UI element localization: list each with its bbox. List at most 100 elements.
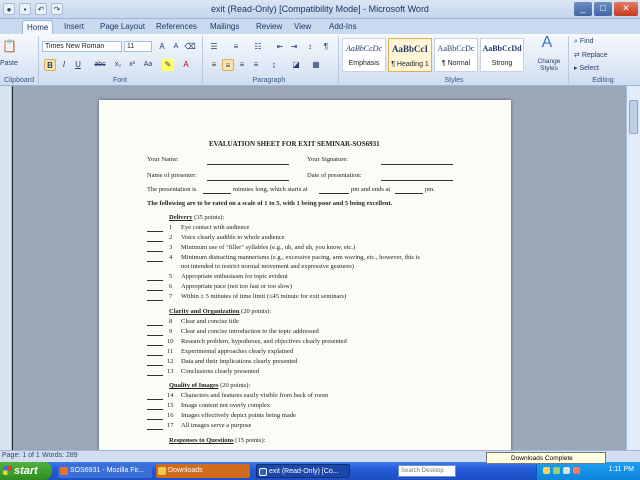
tab-mailings[interactable]: Mailings [206, 20, 243, 34]
find-button[interactable]: ⌕ Find [574, 38, 594, 46]
start-button[interactable]: start [0, 462, 52, 480]
rating-blank[interactable] [147, 335, 163, 336]
section-heading-delivery: Delivery (35 points): [169, 214, 224, 221]
close-button[interactable]: ✕ [614, 2, 638, 16]
date-blank[interactable] [381, 180, 453, 181]
font-name-combo[interactable]: Times New Roman [42, 41, 122, 52]
style-heading-1[interactable]: AaBbCcI ¶ Heading 1 [388, 38, 432, 72]
tab-insert[interactable]: Insert [60, 20, 88, 34]
line-spacing-icon[interactable]: ↨ [268, 59, 280, 71]
style-normal[interactable]: AaBbCcDc ¶ Normal [434, 38, 478, 72]
rating-blank[interactable] [147, 429, 163, 430]
tab-page-layout[interactable]: Page Layout [96, 20, 149, 34]
rating-blank[interactable] [147, 280, 163, 281]
font-size-combo[interactable]: 11 [124, 41, 152, 52]
replace-button[interactable]: ⇄ Replace [574, 51, 608, 59]
section-heading-text: Delivery [169, 214, 193, 221]
taskbar-item-downloads[interactable]: Downloads [156, 464, 250, 478]
style-emphasis[interactable]: AaBbCcDc Emphasis [342, 38, 386, 72]
tray-icon[interactable] [573, 467, 580, 474]
item-number: 17 [167, 422, 174, 429]
maximize-button[interactable]: □ [594, 2, 612, 16]
taskbar-item-firefox[interactable]: SOS6931 - Mozilla Fir... [58, 464, 152, 478]
increase-indent-icon[interactable]: ⇥ [288, 41, 300, 53]
subscript-button[interactable]: x₂ [112, 59, 124, 71]
paste-button[interactable]: Paste [0, 60, 18, 67]
style-sample: AaBbCcDd [482, 44, 522, 53]
align-center-icon[interactable]: ≡ [222, 59, 234, 71]
rating-blank[interactable] [147, 251, 163, 252]
rating-blank[interactable] [147, 300, 163, 301]
rating-blank[interactable] [147, 419, 163, 420]
task-label: Downloads [168, 467, 203, 474]
grow-font-icon[interactable]: A [156, 41, 168, 53]
rating-blank[interactable] [147, 409, 163, 410]
rating-blank[interactable] [147, 241, 163, 242]
sort-icon[interactable]: ↕ [304, 41, 316, 53]
strikethrough-button[interactable]: abc [94, 59, 106, 71]
downloads-complete-tooltip[interactable]: Downloads Complete [486, 452, 606, 464]
scrollbar-thumb[interactable] [629, 100, 638, 134]
tray-icon[interactable] [543, 467, 550, 474]
rating-blank[interactable] [147, 261, 163, 262]
decrease-indent-icon[interactable]: ⇤ [274, 41, 286, 53]
rating-blank[interactable] [147, 345, 163, 346]
end-time-blank[interactable] [395, 193, 423, 194]
underline-button[interactable]: U [72, 59, 84, 71]
tab-review[interactable]: Review [252, 20, 286, 34]
word-count[interactable]: Words: 289 [42, 452, 78, 459]
show-formatting-icon[interactable]: ¶ [320, 41, 332, 53]
rating-blank[interactable] [147, 231, 163, 232]
minutes-blank[interactable] [203, 193, 231, 194]
page-count[interactable]: Page: 1 of 1 [2, 452, 40, 459]
rating-blank[interactable] [147, 365, 163, 366]
align-right-icon[interactable]: ≡ [236, 59, 248, 71]
style-strong[interactable]: AaBbCcDd Strong [480, 38, 524, 72]
taskbar-item-word[interactable]: exit (Read-Only) [Co... [256, 464, 350, 478]
bullets-icon[interactable]: ☰ [208, 41, 220, 53]
tab-references[interactable]: References [152, 20, 201, 34]
clear-format-icon[interactable]: ⌫ [184, 41, 196, 53]
presenter-blank[interactable] [207, 180, 289, 181]
italic-button[interactable]: I [58, 59, 70, 71]
desktop-search-input[interactable]: Search Desktop [398, 465, 456, 477]
multilevel-list-icon[interactable]: ☷ [252, 41, 264, 53]
change-styles-button[interactable]: Change Styles [532, 58, 566, 72]
select-button[interactable]: ▸ Select [574, 64, 599, 72]
highlight-icon[interactable]: ✎ [162, 59, 174, 71]
rating-blank[interactable] [147, 399, 163, 400]
separator [38, 36, 39, 84]
shading-icon[interactable]: ◪ [290, 59, 302, 71]
signature-blank[interactable] [381, 164, 453, 165]
your-name-blank[interactable] [207, 164, 289, 165]
tray-icon[interactable] [553, 467, 560, 474]
borders-icon[interactable]: ▦ [310, 59, 322, 71]
align-left-icon[interactable]: ≡ [208, 59, 220, 71]
tab-add-ins[interactable]: Add-Ins [325, 20, 361, 34]
font-color-icon[interactable]: A [180, 59, 192, 71]
find-label: Find [579, 38, 594, 45]
editing-group-label: Editing [592, 77, 614, 84]
start-time-blank[interactable] [319, 193, 349, 194]
rating-blank[interactable] [147, 290, 163, 291]
section-points: (20 points): [241, 308, 272, 315]
rating-blank[interactable] [147, 375, 163, 376]
justify-icon[interactable]: ≡ [250, 59, 262, 71]
change-case-button[interactable]: Aa [142, 59, 154, 71]
tray-icon[interactable] [563, 467, 570, 474]
paste-icon[interactable]: 📋 [2, 40, 17, 60]
rating-blank[interactable] [147, 325, 163, 326]
tab-home[interactable]: Home [22, 20, 54, 34]
numbering-icon[interactable]: ≡ [230, 41, 242, 53]
item-number: 16 [167, 412, 174, 419]
tab-view[interactable]: View [290, 20, 315, 34]
bold-button[interactable]: B [44, 59, 56, 71]
superscript-button[interactable]: x² [126, 59, 138, 71]
clock[interactable]: 1:11 PM [608, 466, 634, 473]
style-name: ¶ Heading 1 [391, 61, 429, 68]
vertical-scrollbar[interactable] [626, 86, 640, 450]
minimize-button[interactable]: _ [574, 2, 592, 16]
change-styles-icon[interactable]: A [538, 35, 556, 55]
rating-blank[interactable] [147, 355, 163, 356]
shrink-font-icon[interactable]: A [170, 41, 182, 53]
